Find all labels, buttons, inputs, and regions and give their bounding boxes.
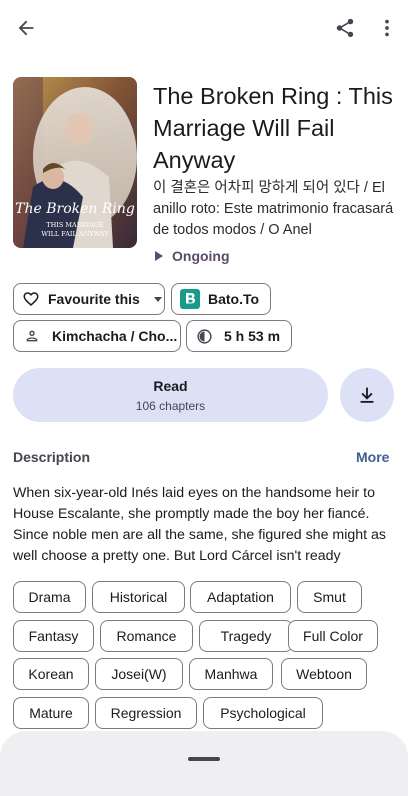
description-text[interactable]: When six-year-old Inés laid eyes on the … (13, 483, 398, 567)
download-icon (360, 387, 374, 403)
genre-tag[interactable]: Korean (13, 658, 89, 690)
manga-title: The Broken Ring : This Marriage Will Fai… (153, 83, 393, 173)
genre-tag[interactable]: Webtoon (281, 658, 367, 690)
favourite-label: Favourite this (48, 291, 140, 307)
more-vert-icon (385, 19, 389, 37)
genre-tag[interactable]: Romance (100, 620, 193, 652)
play-triangle-icon (155, 251, 163, 261)
genre-tag[interactable]: Psychological (203, 697, 323, 729)
description-heading: Description (13, 449, 91, 465)
genre-tag[interactable]: Manhwa (189, 658, 273, 690)
genre-tag[interactable]: Historical (92, 581, 185, 613)
publication-status: Ongoing (155, 248, 230, 264)
heart-outline-icon (22, 290, 40, 308)
source-logo-icon (180, 289, 200, 309)
arrow-back-icon (18, 20, 34, 36)
read-label: Read (153, 377, 188, 394)
cover-subtitle-line1: THIS MARRIAGE (46, 221, 104, 229)
chevron-down-icon (153, 296, 162, 302)
author-label: Kimchacha / Cho... (52, 328, 178, 344)
cover-image[interactable]: The Broken Ring THIS MARRIAGE WILL FAIL … (13, 77, 137, 248)
share-button[interactable] (328, 10, 362, 46)
source-label: Bato.To (208, 291, 260, 307)
source-button[interactable]: Bato.To (171, 283, 271, 315)
genre-tag[interactable]: Smut (297, 581, 362, 613)
description-more-button[interactable]: More (356, 449, 389, 465)
author-button[interactable]: Kimchacha / Cho... (13, 320, 181, 352)
read-button[interactable]: Read 106 chapters (13, 368, 328, 422)
back-button[interactable] (8, 10, 44, 46)
genre-tag[interactable]: Drama (13, 581, 86, 613)
status-label: Ongoing (172, 248, 230, 264)
bottom-sheet[interactable] (0, 731, 408, 796)
reading-time-button[interactable]: 5 h 53 m (186, 320, 292, 352)
reading-time-label: 5 h 53 m (224, 328, 281, 344)
genre-tag[interactable]: Josei(W) (95, 658, 183, 690)
genre-tag[interactable]: Adaptation (190, 581, 291, 613)
alternative-titles: 이 결혼은 어차피 망하게 되어 있다 / El anillo roto: Es… (153, 180, 394, 238)
overflow-menu-button[interactable] (372, 10, 402, 46)
cover-subtitle-line2: WILL FAIL ANYWAY (41, 230, 109, 238)
cover-title-text: The Broken Ring (15, 201, 135, 217)
drag-handle[interactable] (188, 757, 220, 761)
genre-tag[interactable]: Tragedy (199, 620, 293, 652)
genre-tag[interactable]: Regression (95, 697, 197, 729)
favourite-button[interactable]: Favourite this (13, 283, 165, 315)
timer-icon (196, 328, 213, 345)
share-icon (336, 18, 354, 38)
chapter-count: 106 chapters (135, 398, 206, 413)
top-app-bar (0, 0, 408, 56)
genre-tag[interactable]: Fantasy (13, 620, 94, 652)
genre-tag[interactable]: Full Color (288, 620, 378, 652)
genre-tag[interactable]: Mature (13, 697, 89, 729)
person-icon (24, 328, 40, 344)
download-button[interactable] (340, 368, 394, 422)
